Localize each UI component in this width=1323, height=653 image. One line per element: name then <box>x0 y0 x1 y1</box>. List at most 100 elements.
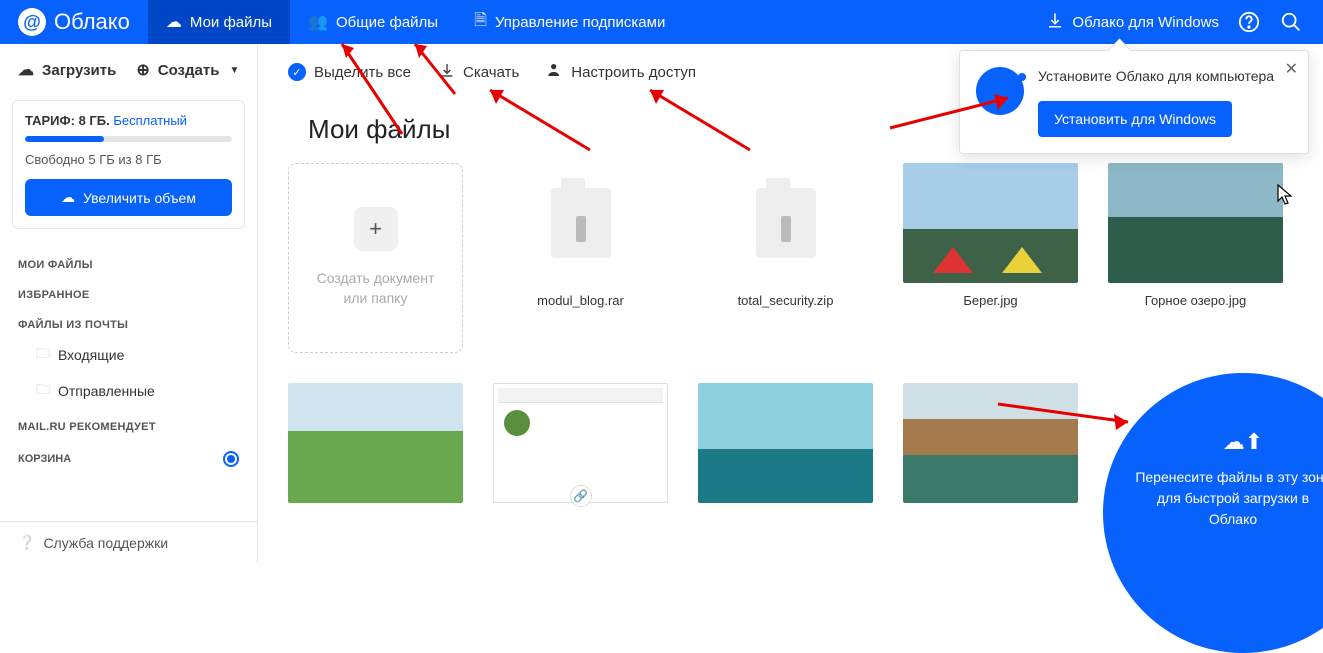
tariff-plan-link[interactable]: Бесплатный <box>113 113 187 128</box>
upload-label: Загрузить <box>42 62 116 79</box>
sidebar-item-label: Входящие <box>58 347 124 363</box>
increase-storage-button[interactable]: ☁ Увеличить объем <box>25 179 232 216</box>
help-circle-icon: ❔ <box>18 534 35 551</box>
popup-body: Установите Облако для компьютера Установ… <box>1038 67 1292 137</box>
tab-shared[interactable]: 👥 Общие файлы <box>290 0 456 44</box>
top-header: @ Облако ☁ Мои файлы 👥 Общие файлы 🗎 Упр… <box>0 0 1323 44</box>
cursor-icon <box>1277 184 1295 211</box>
upload-button[interactable]: ☁ Загрузить <box>18 60 116 80</box>
trash-indicator-icon <box>223 451 239 467</box>
file-name: Горное озеро.jpg <box>1145 293 1246 308</box>
archive-icon <box>493 163 668 283</box>
create-label: Создать <box>158 62 220 79</box>
install-popup: ✕ Установите Облако для компьютера Устан… <box>959 50 1309 154</box>
image-thumb <box>288 383 463 503</box>
tariff-label: ТАРИФ: <box>25 113 75 128</box>
storage-bar-fill <box>25 136 104 142</box>
cloud-up-icon: ☁ <box>18 60 34 80</box>
sidebar-section-recommend[interactable]: MAIL.RU РЕКОМЕНДУЕТ <box>0 409 257 439</box>
file-tile[interactable]: 🔗 <box>493 383 668 503</box>
file-tile[interactable]: Берег.jpg <box>903 163 1078 353</box>
sidebar-actions: ☁ Загрузить ⊕ Создать ▼ <box>0 44 257 92</box>
toolbar-label: Настроить доступ <box>571 64 696 81</box>
file-tile[interactable] <box>698 383 873 503</box>
people-icon: 👥 <box>308 12 328 32</box>
tariff-card: ТАРИФ: 8 ГБ. Бесплатный Свободно 5 ГБ из… <box>12 100 245 229</box>
help-icon[interactable] <box>1237 10 1261 34</box>
storage-bar <box>25 136 232 142</box>
sidebar: ☁ Загрузить ⊕ Создать ▼ ТАРИФ: 8 ГБ. Бес… <box>0 44 258 563</box>
shared-link-icon: 🔗 <box>570 485 592 507</box>
select-all-button[interactable]: ✓ Выделить все <box>288 63 411 81</box>
file-tile[interactable] <box>903 383 1078 503</box>
storage-free-text: Свободно 5 ГБ из 8 ГБ <box>25 152 232 167</box>
nav-tabs: ☁ Мои файлы 👥 Общие файлы 🗎 Управление п… <box>148 0 683 44</box>
brand-name: Облако <box>54 9 130 35</box>
create-text: Создать документ или папку <box>317 269 435 308</box>
tariff-size: 8 ГБ. <box>79 113 110 128</box>
sidebar-nav: МОИ ФАЙЛЫ ИЗБРАННОЕ ФАЙЛЫ ИЗ ПОЧТЫ 🗀 Вхо… <box>0 241 257 521</box>
image-thumb <box>1108 163 1283 283</box>
file-tile[interactable] <box>288 383 463 503</box>
create-line2: или папку <box>317 289 435 309</box>
button-label: Увеличить объем <box>83 190 196 206</box>
toolbar-label: Скачать <box>463 64 519 81</box>
person-share-icon <box>547 62 563 82</box>
cloud-icon: ☁ <box>61 189 75 206</box>
file-name: Берег.jpg <box>963 293 1017 308</box>
sidebar-section-favorites[interactable]: ИЗБРАННОЕ <box>0 277 257 307</box>
download-button[interactable]: Скачать <box>439 62 519 82</box>
support-link[interactable]: ❔ Служба поддержки <box>0 521 257 563</box>
cloud-for-windows-link[interactable]: Облако для Windows <box>1046 11 1219 33</box>
tab-label: Мои файлы <box>190 14 272 31</box>
install-windows-button[interactable]: Установить для Windows <box>1038 101 1232 137</box>
tab-my-files[interactable]: ☁ Мои файлы <box>148 0 290 44</box>
tariff-title: ТАРИФ: 8 ГБ. Бесплатный <box>25 113 232 128</box>
check-circle-icon: ✓ <box>288 63 306 81</box>
image-thumb <box>903 383 1078 503</box>
search-icon[interactable] <box>1279 10 1303 34</box>
file-name: total_security.zip <box>738 293 834 308</box>
sidebar-item-sent[interactable]: 🗀 Отправленные <box>0 373 257 409</box>
sidebar-section-myfiles[interactable]: МОИ ФАЙЛЫ <box>0 247 257 277</box>
header-right: Облако для Windows <box>1046 10 1323 34</box>
cloud-upload-icon: ☁⬆ <box>1223 429 1263 455</box>
cloud-icon: ☁ <box>166 12 182 32</box>
popup-text: Установите Облако для компьютера <box>1038 67 1292 87</box>
sidebar-section-mailfiles[interactable]: ФАЙЛЫ ИЗ ПОЧТЫ <box>0 307 257 337</box>
image-thumb <box>903 163 1078 283</box>
share-access-button[interactable]: Настроить доступ <box>547 62 696 82</box>
file-tile[interactable]: modul_blog.rar <box>493 163 668 353</box>
tab-subscriptions[interactable]: 🗎 Управление подписками <box>456 0 683 44</box>
billing-icon: 🗎 <box>474 9 487 36</box>
toolbar-label: Выделить все <box>314 64 411 81</box>
plus-icon: + <box>354 207 398 251</box>
download-icon <box>439 62 455 82</box>
sidebar-item-inbox[interactable]: 🗀 Входящие <box>0 337 257 373</box>
image-thumb <box>698 383 873 503</box>
tab-label: Управление подписками <box>495 14 665 31</box>
dropzone-text: Перенесите файлы в эту зону для быстрой … <box>1103 467 1323 530</box>
tab-label: Общие файлы <box>336 14 438 31</box>
close-icon[interactable]: ✕ <box>1285 59 1298 79</box>
plus-circle-icon: ⊕ <box>136 60 149 80</box>
support-label: Служба поддержки <box>43 535 168 551</box>
at-icon: @ <box>18 8 46 36</box>
file-tile[interactable]: Горное озеро.jpg <box>1108 163 1283 353</box>
chevron-down-icon: ▼ <box>229 65 239 76</box>
app-logo-icon <box>976 67 1024 115</box>
create-button[interactable]: ⊕ Создать ▼ <box>136 60 239 80</box>
link-label: Облако для Windows <box>1072 14 1219 31</box>
file-tile[interactable]: total_security.zip <box>698 163 873 353</box>
trash-label: КОРЗИНА <box>18 453 71 465</box>
download-icon <box>1046 11 1064 33</box>
create-line1: Создать документ <box>317 269 435 289</box>
archive-icon <box>698 163 873 283</box>
logo[interactable]: @ Облако <box>0 8 148 36</box>
create-tile[interactable]: + Создать документ или папку <box>288 163 463 353</box>
file-name: modul_blog.rar <box>537 293 624 308</box>
sidebar-item-label: Отправленные <box>58 383 155 399</box>
sidebar-section-trash[interactable]: КОРЗИНА <box>0 439 257 479</box>
folder-icon: 🗀 <box>36 379 50 403</box>
folder-icon: 🗀 <box>36 343 50 367</box>
